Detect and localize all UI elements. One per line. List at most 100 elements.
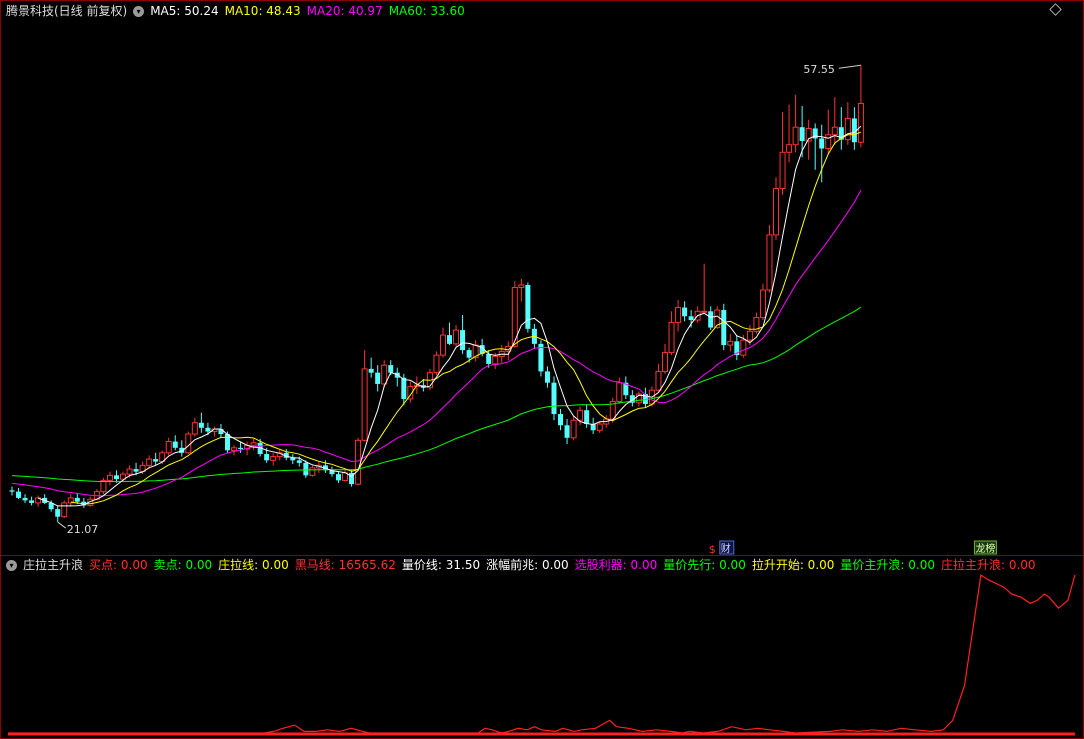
candle (9, 486, 15, 496)
candle (857, 65, 864, 148)
candle (191, 417, 198, 437)
candle (675, 300, 682, 332)
candle-body (570, 419, 577, 439)
candle-body (439, 334, 446, 356)
candle-body (792, 126, 799, 146)
candle-body (799, 127, 805, 141)
candle-body (336, 474, 341, 481)
candle-body (708, 311, 714, 328)
candle-body (518, 284, 525, 289)
candle (558, 408, 564, 431)
candle (361, 350, 368, 442)
candle (694, 306, 701, 323)
candle (270, 452, 277, 466)
candle (433, 351, 440, 376)
candle-body (688, 316, 694, 321)
candle (447, 322, 453, 346)
candle (198, 412, 204, 433)
candle-body (616, 382, 623, 402)
candle (623, 376, 629, 399)
candle-body (303, 462, 309, 476)
candle (106, 471, 113, 486)
candle-body (786, 144, 793, 153)
candle (185, 431, 192, 455)
candle-body (9, 490, 15, 492)
candle (375, 365, 381, 392)
candle (113, 470, 119, 483)
candle (525, 282, 531, 333)
low-price-label: 21.07 (67, 523, 99, 536)
candle-body (447, 335, 453, 344)
candle (642, 387, 648, 408)
candle (55, 505, 61, 523)
candle (460, 315, 466, 354)
indicator-chart[interactable] (0, 557, 1084, 737)
candle-body (675, 307, 682, 324)
candle-body (133, 469, 139, 472)
candle (290, 454, 296, 465)
candle (29, 496, 35, 506)
candle-body (264, 454, 270, 461)
candlestick-chart[interactable]: 57.55 21.07 $ 财 龙榜 (0, 0, 1084, 555)
candle (309, 465, 316, 477)
candle-body (172, 441, 178, 448)
candle (668, 311, 675, 356)
candle-body (205, 427, 211, 432)
candle-body (270, 456, 277, 461)
high-price-label: 57.55 (803, 63, 835, 76)
candle-body (662, 352, 668, 372)
ma5-line (37, 125, 862, 507)
candle (825, 109, 832, 154)
candle-body (388, 365, 394, 373)
candle (146, 455, 153, 468)
dollar-marker: $ (709, 543, 716, 555)
candle (727, 333, 734, 352)
candle-body (22, 497, 28, 501)
candle (609, 397, 616, 423)
candle-body (564, 425, 570, 438)
ma60-line (11, 306, 862, 483)
candle (538, 340, 544, 377)
candle (16, 487, 22, 500)
candle-body (146, 458, 153, 466)
candle-body (551, 382, 557, 414)
candle (368, 357, 374, 378)
candle-body (831, 126, 838, 136)
candle (81, 497, 87, 508)
candle (596, 421, 603, 433)
candle-body (596, 423, 603, 431)
candle-body (381, 364, 388, 385)
candle-body (492, 355, 499, 365)
candle-body (682, 307, 688, 317)
candle (172, 435, 178, 451)
candle (688, 310, 694, 328)
candle (662, 343, 668, 374)
candle (42, 494, 48, 505)
candle-body (16, 491, 22, 498)
candle (35, 495, 42, 507)
candle (439, 327, 446, 358)
candle (708, 306, 714, 331)
candle (844, 102, 851, 145)
candle (635, 391, 642, 407)
candle-body (857, 102, 864, 143)
candle-body (100, 479, 107, 493)
candle-body (218, 429, 224, 435)
candle-body (355, 439, 362, 485)
candle (773, 177, 780, 240)
candle-body (375, 372, 381, 384)
high-pointer (838, 64, 861, 69)
candle-body (113, 475, 119, 480)
candle (570, 416, 577, 441)
candle (786, 104, 793, 163)
candle (231, 445, 238, 456)
candle-body (525, 285, 531, 329)
candle-body (544, 371, 550, 383)
candle (544, 366, 550, 388)
panel-separator (0, 555, 1084, 556)
candle-body (655, 370, 662, 391)
candle (472, 340, 479, 362)
candle (22, 494, 28, 503)
candle (336, 471, 341, 483)
candle-body (61, 502, 68, 518)
